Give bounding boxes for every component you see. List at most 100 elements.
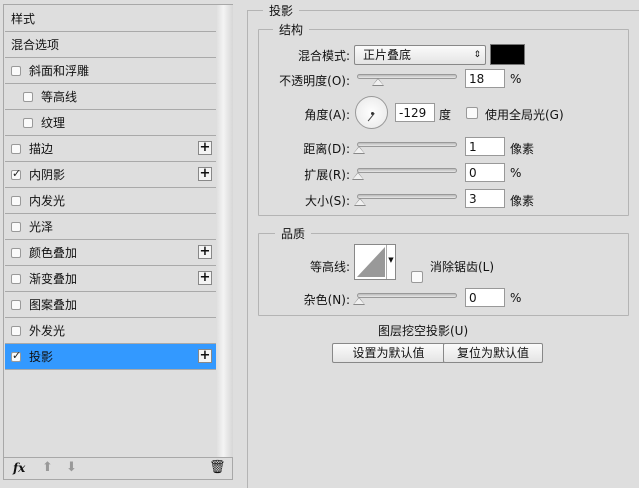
sidebar-item-label: 内发光 — [29, 194, 66, 208]
sidebar-item-label: 颜色叠加 — [29, 246, 78, 260]
style-checkbox[interactable] — [11, 143, 21, 154]
sidebar-item[interactable]: 颜色叠加 + — [5, 240, 216, 266]
scrollbar[interactable] — [217, 5, 233, 457]
opacity-input[interactable]: 18 — [465, 69, 505, 88]
sidebar-item-label: 混合选项 — [11, 38, 60, 52]
chevron-updown-icon: ⇕ — [473, 50, 481, 60]
sidebar-item[interactable]: 投影 + — [5, 344, 216, 370]
sidebar-item[interactable]: 描边 + — [5, 136, 216, 162]
sidebar-item-label: 描边 — [29, 142, 54, 156]
sidebar-item[interactable]: 渐变叠加 + — [5, 266, 216, 292]
sidebar-item-label: 光泽 — [29, 220, 54, 234]
noise-label: 杂色(N): — [303, 293, 350, 307]
sidebar-item-label: 外发光 — [29, 324, 66, 338]
slider-thumb[interactable] — [352, 172, 364, 180]
antialias-label: 消除锯齿(L) — [430, 260, 495, 274]
style-checkbox[interactable] — [11, 325, 21, 336]
sidebar-item[interactable]: 内阴影 + — [5, 162, 216, 188]
distance-unit: 像素 — [510, 142, 535, 156]
size-label: 大小(S): — [304, 194, 350, 208]
angle-input[interactable]: -129 — [395, 103, 435, 122]
style-checkbox[interactable] — [11, 349, 21, 362]
sidebar-item-label: 纹理 — [41, 116, 66, 130]
angle-label: 角度(A): — [304, 108, 350, 122]
spread-label: 扩展(R): — [304, 168, 350, 182]
styles-toolbar: fx ⬆ ⬇ 🗑 — [4, 457, 232, 479]
sidebar-item[interactable]: 图案叠加 — [5, 292, 216, 318]
add-instance-icon[interactable]: + — [198, 349, 212, 363]
sidebar-item-label: 样式 — [11, 12, 36, 26]
global-light-label: 使用全局光(G) — [485, 108, 564, 122]
style-checkbox[interactable] — [11, 195, 21, 206]
slider-thumb[interactable] — [353, 297, 365, 305]
distance-input[interactable]: 1 — [465, 137, 505, 156]
reset-default-button[interactable]: 复位为默认值 — [443, 343, 543, 363]
distance-slider[interactable] — [353, 142, 457, 154]
fx-button[interactable]: fx — [13, 461, 25, 475]
sidebar-item-label: 图案叠加 — [29, 298, 78, 312]
shadow-color-swatch[interactable] — [490, 44, 525, 65]
sidebar-item-label: 投影 — [29, 350, 54, 364]
angle-dial[interactable] — [355, 96, 388, 129]
style-checkbox[interactable] — [11, 299, 21, 310]
size-unit: 像素 — [510, 194, 535, 208]
noise-input[interactable]: 0 — [465, 288, 505, 307]
trash-icon[interactable]: 🗑 — [209, 460, 226, 475]
sidebar-item[interactable]: 等高线 — [5, 84, 216, 110]
add-instance-icon[interactable]: + — [198, 141, 212, 155]
spread-input[interactable]: 0 — [465, 163, 505, 182]
move-down-icon[interactable]: ⬇ — [66, 460, 77, 475]
panel-title: 投影 — [263, 2, 300, 19]
size-input[interactable]: 3 — [465, 189, 505, 208]
style-checkbox[interactable] — [11, 273, 21, 284]
opacity-unit: % — [510, 72, 522, 86]
spread-slider[interactable] — [352, 168, 457, 180]
sidebar-item[interactable]: 内发光 — [5, 188, 216, 214]
knockout-label: 图层挖空投影(U) — [378, 324, 469, 338]
move-up-icon[interactable]: ⬆ — [42, 460, 53, 475]
spread-unit: % — [510, 166, 522, 180]
add-instance-icon[interactable]: + — [198, 245, 212, 259]
sidebar-item[interactable]: 纹理 — [5, 110, 216, 136]
noise-slider[interactable] — [353, 293, 457, 305]
contour-preview-icon — [357, 247, 385, 277]
antialias-checkbox[interactable] — [411, 271, 423, 283]
style-checkbox[interactable] — [11, 167, 21, 180]
angle-unit: 度 — [439, 108, 452, 122]
blend-mode-label: 混合模式: — [297, 49, 350, 63]
slider-thumb[interactable] — [353, 146, 365, 154]
structure-title: 结构 — [273, 21, 310, 38]
add-instance-icon[interactable]: + — [198, 271, 212, 285]
blend-mode-select[interactable]: 正片叠底 ⇕ — [354, 45, 486, 65]
contour-label: 等高线: — [309, 260, 350, 274]
sidebar-item[interactable]: 斜面和浮雕 — [5, 58, 216, 84]
style-checkbox[interactable] — [23, 91, 33, 102]
blend-mode-value: 正片叠底 — [363, 48, 412, 62]
quality-title: 品质 — [275, 225, 312, 242]
sidebar-item[interactable]: 样式 — [5, 6, 216, 32]
sidebar-item[interactable]: 外发光 — [5, 318, 216, 344]
styles-list: 样式混合选项斜面和浮雕等高线纹理描边 + 内阴影 + 内发光光泽颜色叠加 + 渐变叠加 + 图案… — [3, 4, 233, 480]
opacity-label: 不透明度(O): — [279, 74, 350, 88]
slider-thumb[interactable] — [372, 78, 384, 86]
divider — [247, 10, 248, 488]
chevron-down-icon: ▼ — [386, 245, 395, 279]
sidebar-item-label: 等高线 — [41, 90, 78, 104]
distance-label: 距离(D): — [303, 142, 350, 156]
opacity-slider[interactable] — [357, 74, 457, 86]
style-checkbox[interactable] — [23, 117, 33, 128]
sidebar-item-label: 内阴影 — [29, 168, 66, 182]
style-checkbox[interactable] — [11, 65, 21, 76]
global-light-checkbox[interactable] — [466, 107, 478, 119]
sidebar-item[interactable]: 光泽 — [5, 214, 216, 240]
set-default-button[interactable]: 设置为默认值 — [332, 343, 445, 363]
divider — [247, 10, 639, 11]
add-instance-icon[interactable]: + — [198, 167, 212, 181]
style-checkbox[interactable] — [11, 221, 21, 232]
noise-unit: % — [510, 291, 522, 305]
slider-thumb[interactable] — [354, 198, 366, 206]
size-slider[interactable] — [354, 194, 457, 206]
style-checkbox[interactable] — [11, 247, 21, 258]
contour-picker[interactable]: ▼ — [354, 244, 396, 280]
sidebar-item[interactable]: 混合选项 — [5, 32, 216, 58]
